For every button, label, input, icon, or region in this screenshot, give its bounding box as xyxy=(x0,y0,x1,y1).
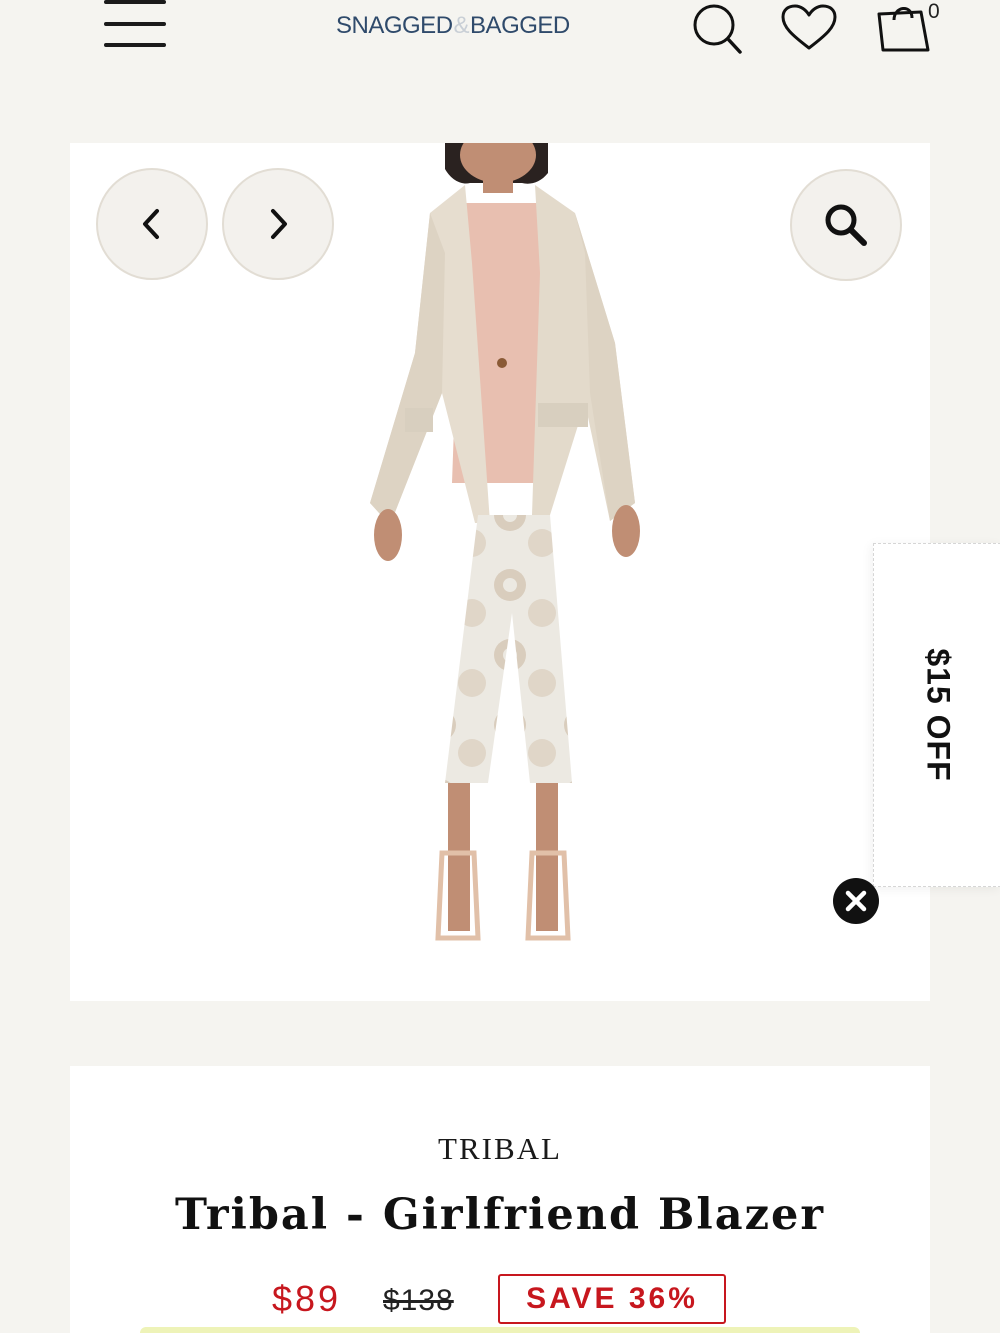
search-icon[interactable] xyxy=(690,2,746,56)
site-logo[interactable]: SNAGGED&BAGGED xyxy=(336,12,570,40)
close-icon xyxy=(845,890,867,912)
announcement-strip xyxy=(140,1327,860,1333)
discount-tab[interactable]: $15 OFF xyxy=(873,543,1000,887)
chevron-left-icon xyxy=(143,209,159,239)
next-image-button[interactable] xyxy=(222,168,334,280)
heart-icon[interactable] xyxy=(780,3,838,53)
product-title: Tribal - Girlfriend Blazer xyxy=(174,1190,826,1240)
logo-right: BAGGED xyxy=(470,12,570,39)
product-info: TRIBAL Tribal - Girlfriend Blazer $89 $1… xyxy=(70,1066,930,1333)
sale-price: $89 xyxy=(272,1278,342,1319)
chevron-right-icon xyxy=(271,209,287,239)
price-row: $89 $138 SAVE 36% xyxy=(70,1274,930,1330)
product-image xyxy=(70,143,930,1001)
prev-image-button[interactable] xyxy=(96,168,208,280)
zoom-icon xyxy=(825,204,867,246)
product-brand[interactable]: TRIBAL xyxy=(70,1131,930,1167)
discount-tab-close-button[interactable] xyxy=(833,878,879,924)
zoom-image-button[interactable] xyxy=(790,169,902,281)
product-gallery xyxy=(70,143,930,1001)
compare-at-price: $138 xyxy=(383,1284,454,1317)
discount-tab-label: $15 OFF xyxy=(920,648,956,782)
logo-amp: & xyxy=(453,12,470,39)
cart-icon[interactable] xyxy=(874,2,932,54)
menu-icon[interactable] xyxy=(104,0,168,50)
site-header: SNAGGED&BAGGED 0 xyxy=(0,0,1000,90)
cart-count: 0 xyxy=(928,0,940,23)
save-badge: SAVE 36% xyxy=(498,1274,726,1324)
logo-left: SNAGGED xyxy=(336,12,453,39)
